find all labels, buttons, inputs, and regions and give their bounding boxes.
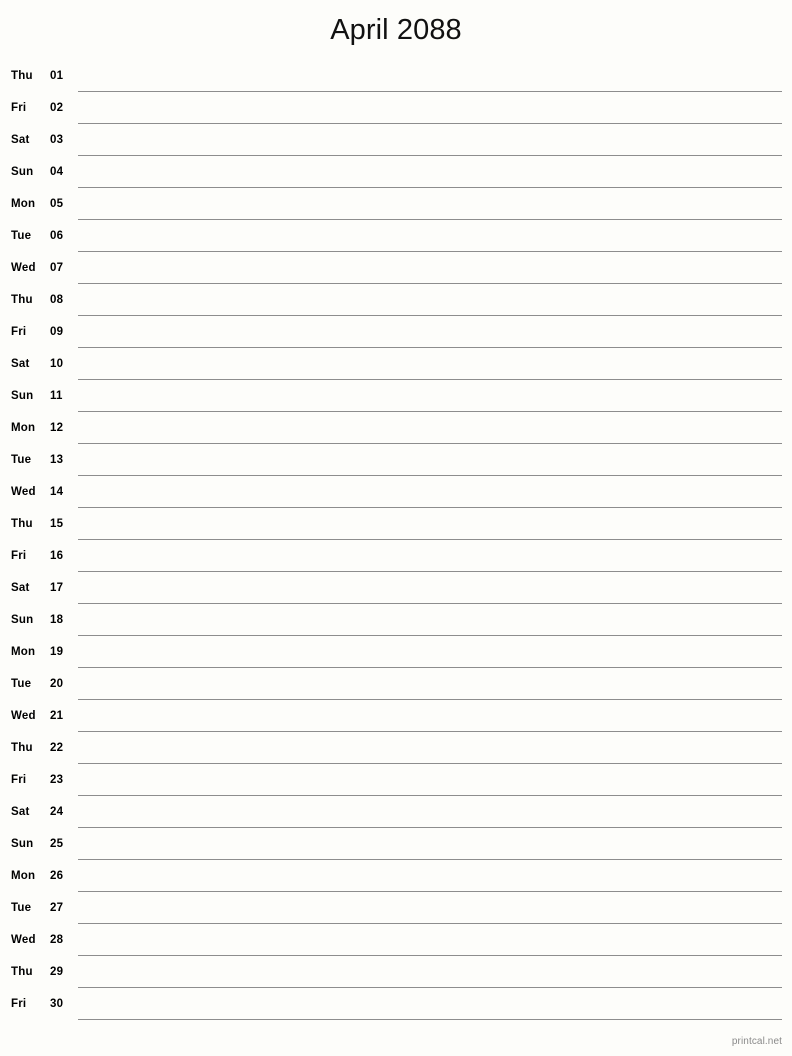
- weekday-label: Wed: [11, 934, 36, 946]
- weekday-label: Thu: [11, 294, 33, 306]
- day-row[interactable]: Sat 24: [0, 796, 792, 828]
- day-number: 11: [50, 390, 63, 402]
- day-number: 06: [50, 230, 64, 242]
- weekday-label: Fri: [11, 998, 27, 1010]
- day-number: 09: [50, 326, 64, 338]
- day-row[interactable]: Thu 15: [0, 508, 792, 540]
- day-row[interactable]: Fri 23: [0, 764, 792, 796]
- page-title: April 2088: [330, 14, 462, 46]
- calendar-page: April 2088 Thu 01 Fri 02 Sat 03 Sun 04 Mon 05 Tue 0…: [0, 0, 792, 1056]
- day-row[interactable]: Mon 12: [0, 412, 792, 444]
- day-number: 02: [50, 102, 64, 114]
- day-number: 25: [50, 838, 64, 850]
- day-number: 30: [50, 998, 64, 1010]
- weekday-label: Sun: [11, 614, 34, 626]
- weekday-label: Sun: [11, 390, 34, 402]
- day-number: 19: [50, 646, 64, 658]
- day-row[interactable]: Wed 07: [0, 252, 792, 284]
- day-row[interactable]: Thu 01: [0, 60, 792, 92]
- day-number: 13: [50, 454, 64, 466]
- day-number: 16: [50, 550, 64, 562]
- weekday-label: Sun: [11, 166, 34, 178]
- weekday-label: Sat: [11, 358, 30, 370]
- weekday-label: Fri: [11, 550, 27, 562]
- day-row[interactable]: Mon 26: [0, 860, 792, 892]
- day-number: 22: [50, 742, 64, 754]
- day-number: 27: [50, 902, 64, 914]
- weekday-label: Fri: [11, 774, 27, 786]
- day-row[interactable]: Sun 11: [0, 380, 792, 412]
- weekday-label: Mon: [11, 422, 36, 434]
- weekday-label: Fri: [11, 326, 27, 338]
- day-row[interactable]: Mon 19: [0, 636, 792, 668]
- day-row[interactable]: Tue 06: [0, 220, 792, 252]
- day-number: 26: [50, 870, 64, 882]
- weekday-label: Tue: [11, 678, 32, 690]
- day-row[interactable]: Tue 20: [0, 668, 792, 700]
- day-number: 28: [50, 934, 64, 946]
- weekday-label: Sun: [11, 838, 34, 850]
- day-number: 18: [50, 614, 64, 626]
- day-number: 15: [50, 518, 64, 530]
- weekday-label: Thu: [11, 742, 33, 754]
- day-row[interactable]: Wed 28: [0, 924, 792, 956]
- day-row[interactable]: Sat 03: [0, 124, 792, 156]
- weekday-label: Sat: [11, 134, 30, 146]
- weekday-label: Fri: [11, 102, 27, 114]
- day-number: 04: [50, 166, 64, 178]
- day-number: 20: [50, 678, 64, 690]
- day-number: 24: [50, 806, 64, 818]
- day-row[interactable]: Sun 04: [0, 156, 792, 188]
- day-number: 12: [50, 422, 64, 434]
- day-number: 17: [50, 582, 64, 594]
- footer-attribution: printcal.net: [731, 1036, 782, 1047]
- day-row[interactable]: Fri 09: [0, 316, 792, 348]
- day-row[interactable]: Thu 29: [0, 956, 792, 988]
- day-number: 23: [50, 774, 64, 786]
- day-row[interactable]: Sun 18: [0, 604, 792, 636]
- weekday-label: Thu: [11, 966, 33, 978]
- write-in-line[interactable]: [78, 1019, 782, 1020]
- day-row[interactable]: Fri 02: [0, 92, 792, 124]
- day-row[interactable]: Mon 05: [0, 188, 792, 220]
- day-row[interactable]: Fri 16: [0, 540, 792, 572]
- weekday-label: Mon: [11, 646, 36, 658]
- day-number: 01: [50, 70, 64, 82]
- day-row-list: Thu 01 Fri 02 Sat 03 Sun 04 Mon 05 Tue 06 Wed 07 Thu 08…: [0, 60, 792, 1020]
- weekday-label: Sat: [11, 806, 30, 818]
- day-row[interactable]: Sat 17: [0, 572, 792, 604]
- day-number: 21: [50, 710, 64, 722]
- day-row[interactable]: Thu 22: [0, 732, 792, 764]
- weekday-label: Thu: [11, 70, 33, 82]
- day-row[interactable]: Tue 13: [0, 444, 792, 476]
- weekday-label: Wed: [11, 486, 36, 498]
- day-row[interactable]: Sun 25: [0, 828, 792, 860]
- weekday-label: Mon: [11, 870, 36, 882]
- weekday-label: Sat: [11, 582, 30, 594]
- day-row[interactable]: Tue 27: [0, 892, 792, 924]
- weekday-label: Wed: [11, 262, 36, 274]
- day-row[interactable]: Fri 30: [0, 988, 792, 1020]
- day-number: 07: [50, 262, 64, 274]
- weekday-label: Tue: [11, 902, 32, 914]
- day-row[interactable]: Sat 10: [0, 348, 792, 380]
- day-row[interactable]: Wed 21: [0, 700, 792, 732]
- weekday-label: Wed: [11, 710, 36, 722]
- weekday-label: Tue: [11, 454, 32, 466]
- day-number: 10: [50, 358, 64, 370]
- day-row[interactable]: Thu 08: [0, 284, 792, 316]
- day-number: 29: [50, 966, 64, 978]
- day-number: 05: [50, 198, 64, 210]
- day-number: 08: [50, 294, 64, 306]
- day-number: 03: [50, 134, 64, 146]
- weekday-label: Tue: [11, 230, 32, 242]
- day-number: 14: [50, 486, 64, 498]
- day-row[interactable]: Wed 14: [0, 476, 792, 508]
- weekday-label: Thu: [11, 518, 33, 530]
- weekday-label: Mon: [11, 198, 36, 210]
